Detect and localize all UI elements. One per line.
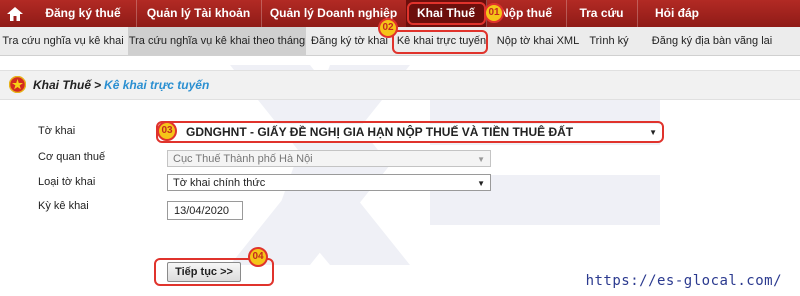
home-icon	[7, 6, 23, 21]
subnav-tra-cuu-nghia-vu[interactable]: Tra cứu nghĩa vụ kê khai	[0, 27, 126, 55]
highlight-to-khai	[156, 121, 664, 143]
home-button[interactable]	[0, 0, 30, 27]
highlight-ke-khai-truc-tuyen	[392, 30, 488, 54]
nav-item-dang-ky-thue[interactable]: Đăng ký thuế	[30, 0, 137, 27]
breadcrumb-parent[interactable]: Khai Thuế	[33, 78, 91, 92]
dropdown-arrow-icon: ▼	[477, 155, 485, 164]
breadcrumb-current: Kê khai trực tuyến	[104, 78, 210, 92]
breadcrumb: Khai Thuế > Kê khai trực tuyến	[0, 70, 800, 100]
ky-ke-khai-value: 13/04/2020	[174, 205, 230, 217]
step-badge-01: 01	[484, 3, 504, 23]
ky-ke-khai-label: Kỳ kê khai	[38, 200, 89, 212]
co-quan-thue-select[interactable]: Cục Thuế Thành phố Hà Nội ▼	[167, 150, 491, 167]
loai-to-khai-select[interactable]: Tờ khai chính thức ▼	[167, 174, 491, 191]
step-badge-04: 04	[248, 247, 268, 267]
top-navigation: Đăng ký thuế Quản lý Tài khoản Quản lý D…	[0, 0, 800, 27]
dropdown-arrow-icon: ▼	[477, 179, 485, 188]
nav-item-quan-ly-tai-khoan[interactable]: Quản lý Tài khoản	[136, 0, 262, 27]
subnav-nop-to-khai-xml[interactable]: Nộp tờ khai XML	[495, 27, 581, 55]
co-quan-thue-value: Cục Thuế Thành phố Hà Nội	[173, 153, 313, 165]
step-badge-03: 03	[157, 121, 177, 141]
subnav-dang-ky-dia-ban-vang-lai[interactable]: Đăng ký địa bàn vãng lai	[641, 27, 783, 55]
nav-item-tra-cuu[interactable]: Tra cứu	[566, 0, 638, 27]
national-emblem-icon	[9, 76, 26, 93]
nav-item-hoi-dap[interactable]: Hỏi đáp	[637, 0, 717, 27]
highlight-khai-thue	[407, 2, 486, 25]
loai-to-khai-value: Tờ khai chính thức	[173, 177, 266, 189]
breadcrumb-separator: >	[94, 78, 102, 92]
loai-to-khai-label: Loại tờ khai	[38, 176, 96, 188]
watermark-url: https://es-glocal.com/	[585, 273, 782, 289]
co-quan-thue-label: Cơ quan thuế	[38, 151, 106, 163]
subnav-tra-cuu-theo-thang[interactable]: Tra cứu nghĩa vụ kê khai theo tháng	[128, 27, 306, 55]
to-khai-label: Tờ khai	[38, 125, 76, 137]
ky-ke-khai-input[interactable]: 13/04/2020	[167, 201, 243, 220]
subnav-trinh-ky[interactable]: Trình ký	[585, 27, 633, 55]
step-badge-02: 02	[378, 18, 398, 38]
